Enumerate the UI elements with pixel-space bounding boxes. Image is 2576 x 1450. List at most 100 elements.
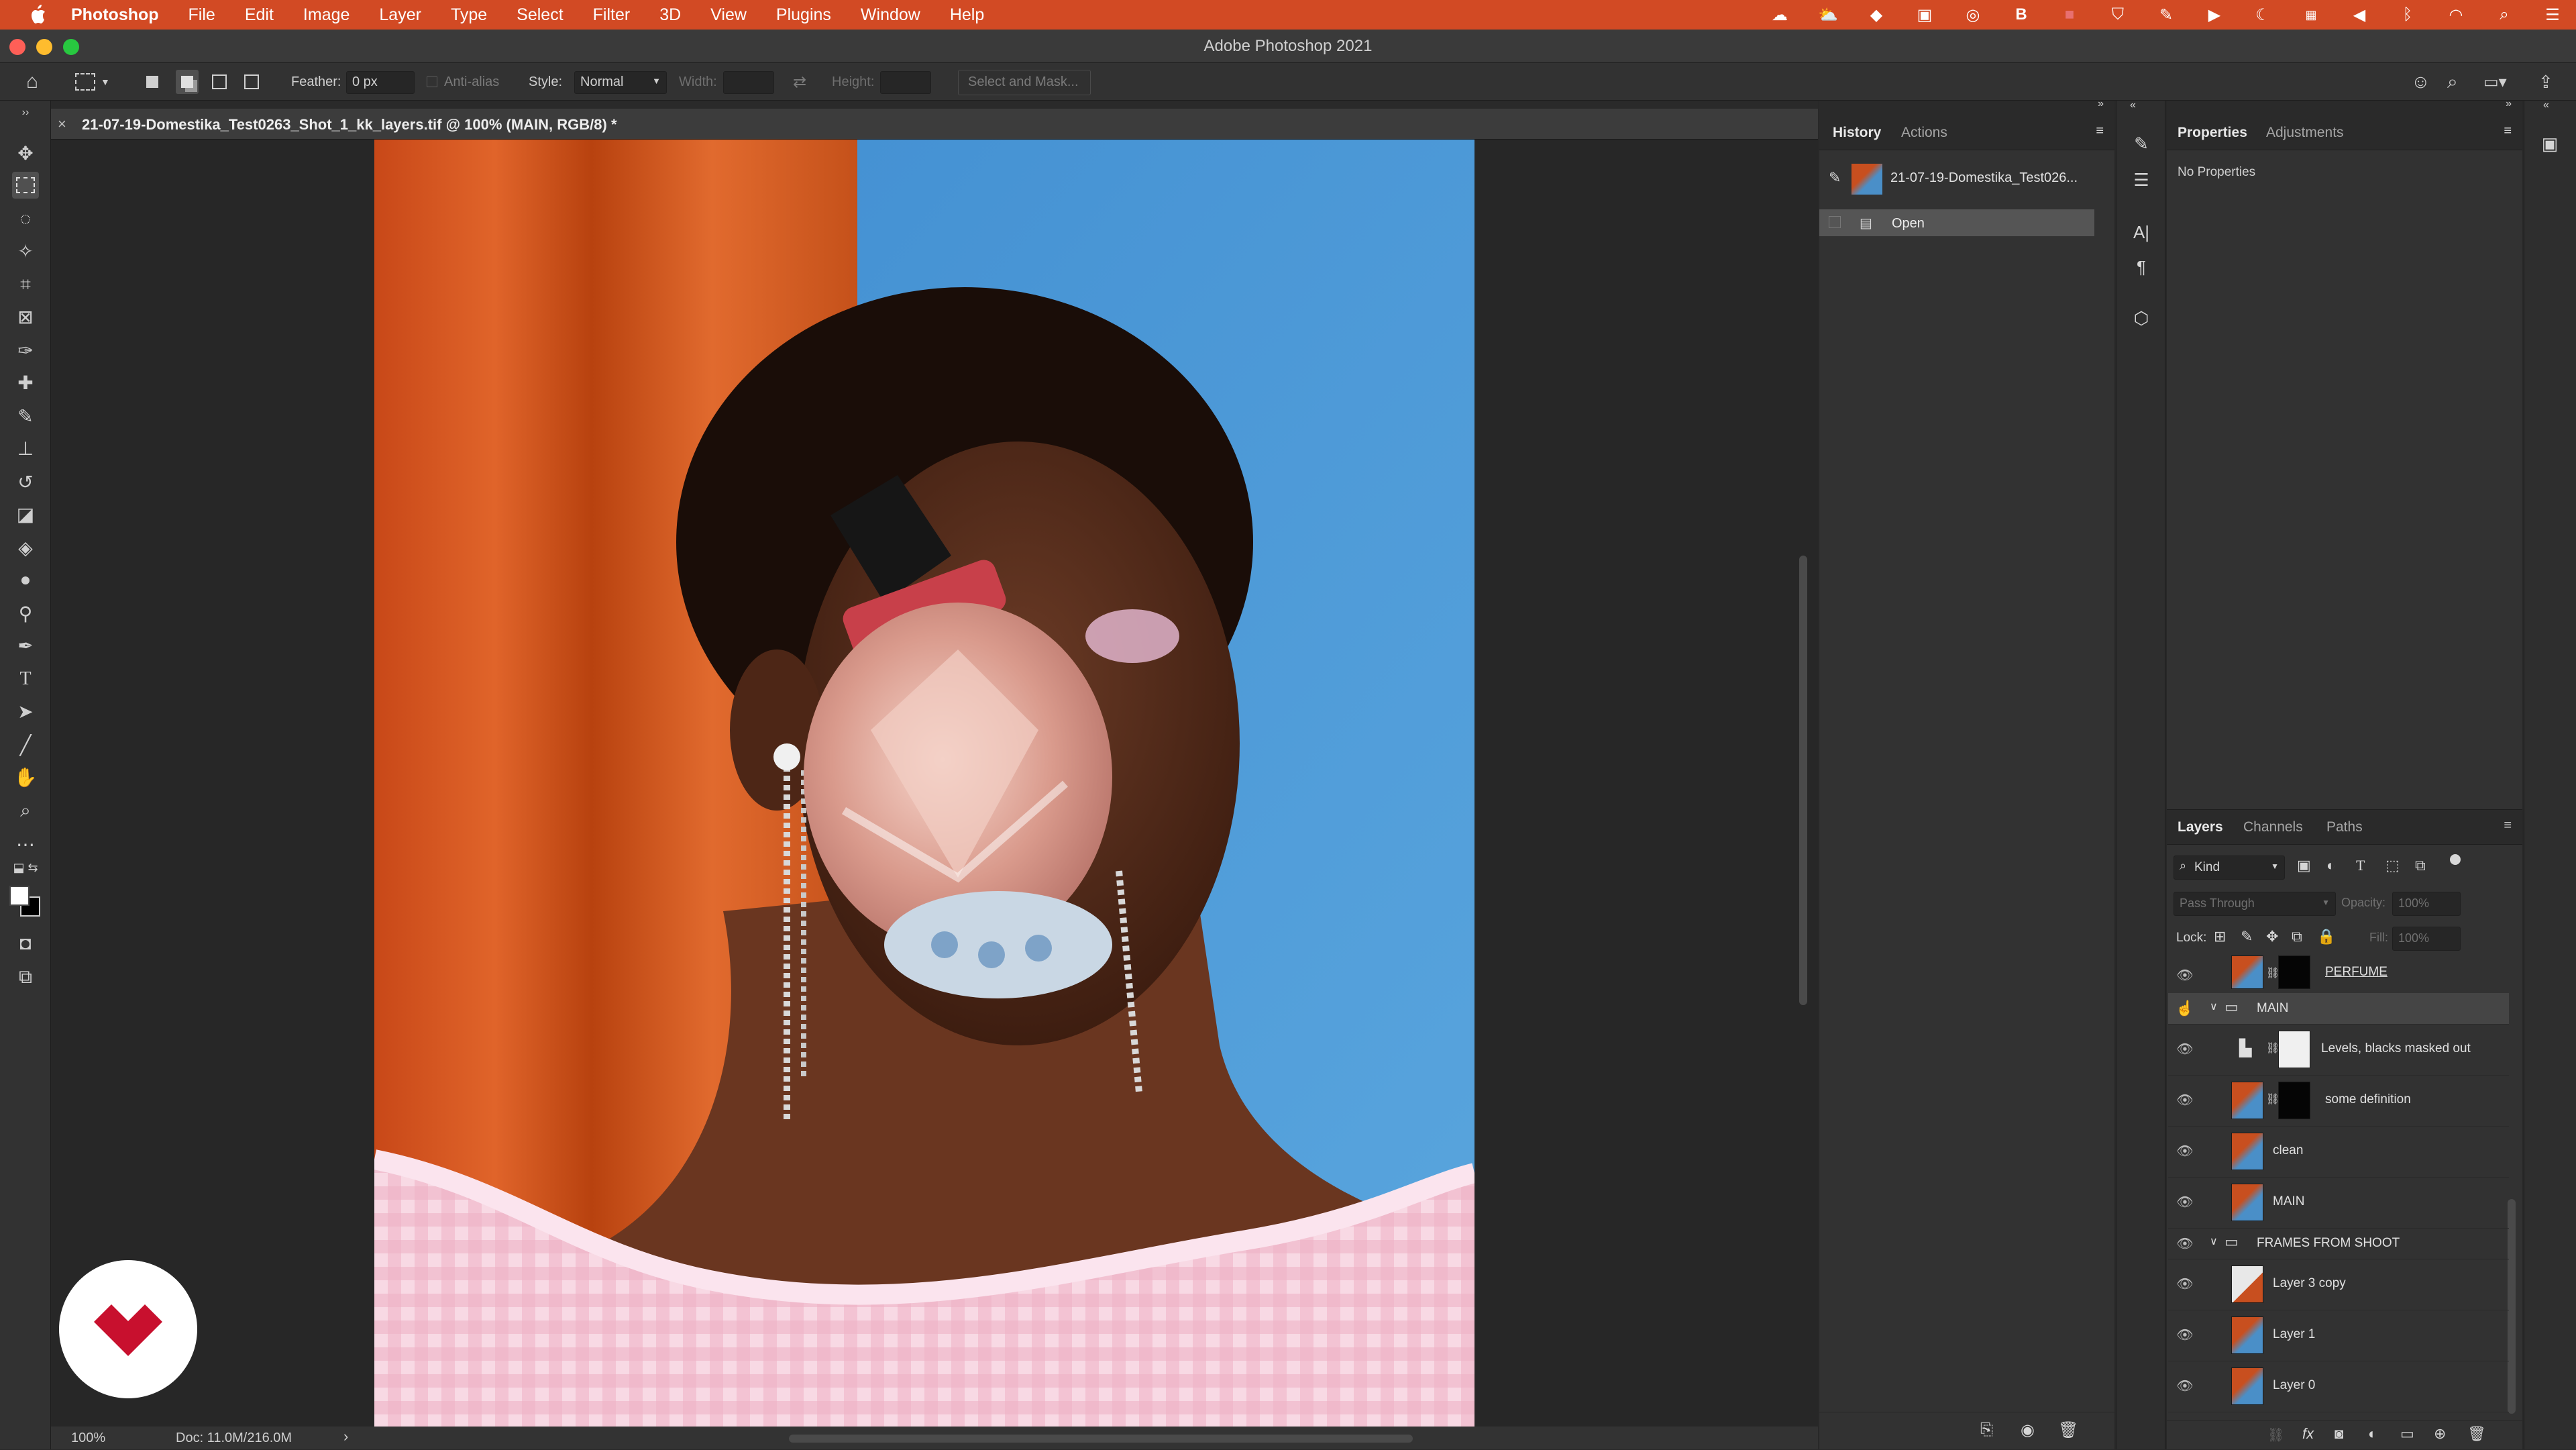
layer-group-row[interactable]: 👁 ∨ ▭ FRAMES FROM SHOOT bbox=[2168, 1228, 2509, 1259]
history-brush-tool-icon[interactable]: ↺ bbox=[12, 468, 39, 495]
add-mask-icon[interactable]: ◙ bbox=[2334, 1425, 2343, 1443]
panel-menu-icon[interactable]: ≡ bbox=[2504, 123, 2512, 139]
lock-image-icon[interactable]: ✎ bbox=[2241, 928, 2253, 945]
foreground-color-swatch[interactable] bbox=[9, 886, 30, 906]
tab-actions[interactable]: Actions bbox=[1901, 115, 1947, 150]
apple-logo-icon[interactable] bbox=[25, 5, 52, 25]
visibility-eye-icon[interactable]: 👁 bbox=[2176, 1193, 2194, 1210]
lock-transparent-icon[interactable]: ⊞ bbox=[2214, 928, 2226, 945]
layer-row[interactable]: 👁 Layer 3 copy bbox=[2168, 1259, 2509, 1310]
visibility-eye-icon[interactable]: 👁 bbox=[2176, 1326, 2194, 1343]
screen-record-icon[interactable]: ▣ bbox=[1915, 6, 1935, 24]
libraries-icon[interactable]: ▣ bbox=[2535, 130, 2565, 157]
search-icon[interactable]: ⌕ bbox=[2494, 5, 2514, 23]
menu-layer[interactable]: Layer bbox=[379, 5, 421, 25]
healing-brush-tool-icon[interactable]: ✚ bbox=[12, 369, 39, 396]
camera-icon[interactable]: ◉ bbox=[2021, 1420, 2035, 1440]
menu-3d[interactable]: 3D bbox=[659, 5, 681, 25]
frame-tool-icon[interactable]: ⊠ bbox=[12, 303, 39, 330]
default-colors-icon[interactable]: ⬓ ⇆ bbox=[12, 859, 39, 876]
height-input[interactable] bbox=[880, 71, 931, 94]
layer-name[interactable]: Layer 0 bbox=[2273, 1378, 2315, 1393]
lock-position-icon[interactable]: ✥ bbox=[2266, 928, 2278, 945]
chevron-down-icon[interactable]: ∨ bbox=[2210, 1000, 2218, 1013]
quick-mask-icon[interactable]: ◘ bbox=[12, 930, 39, 957]
rectangular-marquee-tool-icon[interactable] bbox=[12, 172, 39, 199]
antialias-checkbox[interactable]: Anti-alias bbox=[427, 63, 499, 101]
visibility-eye-icon[interactable]: 👁 bbox=[2176, 1040, 2194, 1057]
visibility-eye-icon[interactable]: 👁 bbox=[2176, 1377, 2194, 1394]
style-select[interactable]: Normal ▼ bbox=[574, 71, 667, 94]
visibility-eye-icon[interactable]: 👁 bbox=[2176, 1235, 2194, 1252]
filter-toggle-icon[interactable] bbox=[2450, 854, 2461, 865]
new-group-icon[interactable]: ▭ bbox=[2400, 1425, 2414, 1443]
clone-stamp-tool-icon[interactable]: ⊥ bbox=[12, 435, 39, 462]
collapse-toolbar-icon[interactable]: ›› bbox=[12, 106, 39, 119]
layer-row[interactable]: 👁 Layer 0 bbox=[2168, 1361, 2509, 1412]
red-dot-icon[interactable]: ■ bbox=[2059, 5, 2080, 23]
feather-input[interactable]: 0 px bbox=[346, 71, 415, 94]
menu-filter[interactable]: Filter bbox=[593, 5, 631, 25]
collapse-dock-icon[interactable]: « bbox=[2543, 99, 2549, 111]
tab-paths[interactable]: Paths bbox=[2326, 810, 2363, 845]
shield-icon[interactable]: ⛉ bbox=[2108, 5, 2128, 23]
tab-channels[interactable]: Channels bbox=[2243, 810, 2303, 845]
dropbox-icon[interactable]: ◆ bbox=[1866, 6, 1886, 24]
new-layer-icon[interactable]: ⊕ bbox=[2434, 1425, 2446, 1443]
zoom-tool-icon[interactable]: ⌕ bbox=[12, 797, 39, 824]
layer-filter-select[interactable]: ⌕ Kind ▼ bbox=[2174, 856, 2285, 880]
zoom-level[interactable]: 100% bbox=[71, 1431, 105, 1446]
opacity-input[interactable]: 100% bbox=[2392, 892, 2461, 916]
visibility-eye-icon[interactable]: 👁 bbox=[2176, 966, 2194, 984]
share-avatar-icon[interactable]: ☺ bbox=[2411, 63, 2430, 101]
canvas-area[interactable] bbox=[51, 140, 1818, 1427]
layer-name[interactable]: some definition bbox=[2325, 1092, 2411, 1107]
visibility-eye-icon[interactable]: 👁 bbox=[2176, 1091, 2194, 1108]
evernote-icon[interactable]: ✎ bbox=[2156, 6, 2176, 24]
layer-name[interactable]: PERFUME bbox=[2325, 965, 2387, 980]
path-selection-tool-icon[interactable]: ➤ bbox=[12, 698, 39, 725]
crop-tool-icon[interactable]: ⌗ bbox=[12, 271, 39, 298]
layer-mask-thumbnail[interactable] bbox=[2278, 1082, 2310, 1119]
filter-smart-object-icon[interactable]: ⧉ bbox=[2415, 857, 2426, 874]
panel-menu-icon[interactable]: ≡ bbox=[2096, 123, 2104, 139]
share-icon[interactable]: ⇪ bbox=[2538, 63, 2553, 101]
intersect-selection-icon[interactable] bbox=[243, 63, 260, 101]
blend-mode-select[interactable]: Pass Through ▼ bbox=[2174, 892, 2336, 916]
trash-icon[interactable]: 🗑 bbox=[2058, 1420, 2078, 1440]
wifi-icon[interactable]: ◠ bbox=[2446, 6, 2466, 24]
flag-uk-icon[interactable]: ▦ bbox=[2301, 6, 2321, 23]
layer-style-icon[interactable]: fx bbox=[2302, 1425, 2314, 1443]
layer-row[interactable]: 👁 clean bbox=[2168, 1126, 2509, 1178]
layer-name[interactable]: Layer 1 bbox=[2273, 1327, 2315, 1342]
home-icon[interactable]: ⌂ bbox=[19, 63, 46, 101]
layer-name[interactable]: clean bbox=[2273, 1143, 2303, 1158]
filter-adjustment-icon[interactable]: ◐ bbox=[2326, 857, 2335, 874]
swap-width-height-icon[interactable]: ⇄ bbox=[793, 63, 806, 101]
filter-shape-icon[interactable]: ⬚ bbox=[2385, 857, 2400, 874]
document-tab[interactable]: × 21-07-19-Domestika_Test0263_Shot_1_kk_… bbox=[51, 109, 1818, 140]
layer-name[interactable]: MAIN bbox=[2257, 1001, 2289, 1016]
fill-input[interactable]: 100% bbox=[2392, 927, 2461, 951]
visibility-eye-icon[interactable]: 👁 bbox=[2176, 1275, 2194, 1292]
control-center-icon[interactable]: ☰ bbox=[2542, 6, 2563, 24]
hand-tool-icon[interactable]: ✋ bbox=[12, 764, 39, 790]
width-input[interactable] bbox=[723, 71, 774, 94]
link-layers-icon[interactable]: ⛓ bbox=[2267, 1427, 2284, 1443]
new-document-from-state-icon[interactable]: ⎘ bbox=[1980, 1420, 1993, 1439]
layer-name[interactable]: Layer 3 copy bbox=[2273, 1276, 2346, 1291]
character-panel-icon[interactable]: A| bbox=[2127, 219, 2155, 246]
layer-name[interactable]: Levels, blacks masked out bbox=[2321, 1041, 2471, 1056]
chevron-right-icon[interactable]: › bbox=[343, 1428, 348, 1445]
cloud-sync-icon[interactable]: ⛅ bbox=[1818, 6, 1838, 24]
filter-pixel-icon[interactable]: ▣ bbox=[2297, 857, 2311, 874]
menu-view[interactable]: View bbox=[710, 5, 747, 25]
history-brush-source-icon[interactable]: ✎ bbox=[1829, 169, 1841, 187]
close-window-button[interactable] bbox=[9, 39, 25, 55]
menu-plugins[interactable]: Plugins bbox=[776, 5, 831, 25]
workspace-icon[interactable]: ▭▾ bbox=[2483, 63, 2507, 101]
adjustments-sliders-icon[interactable]: ☰ bbox=[2127, 166, 2155, 193]
collapse-panel-icon[interactable]: » bbox=[2098, 98, 2104, 110]
select-and-mask-button[interactable]: Select and Mask... bbox=[958, 70, 1091, 95]
lasso-tool-icon[interactable]: ◌ bbox=[12, 205, 39, 232]
